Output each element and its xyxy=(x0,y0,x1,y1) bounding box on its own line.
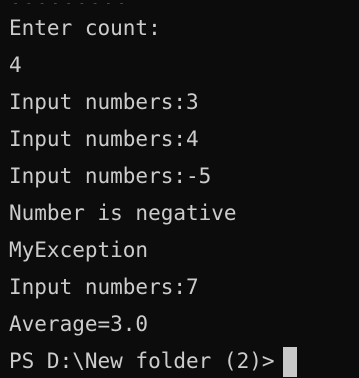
output-line-input-4: Input numbers:7 xyxy=(9,275,199,299)
output-line-enter-count: Enter count: xyxy=(9,16,161,40)
output-line-negative-message: Number is negative xyxy=(9,201,237,225)
output-line-exception-name: MyException xyxy=(9,238,149,262)
clipped-previous-output: .......... xyxy=(9,0,129,4)
terminal-window[interactable]: .......... Enter count: 4 Input numbers:… xyxy=(0,0,359,378)
powershell-prompt-line[interactable]: PS D:\New folder (2)> xyxy=(9,343,297,378)
output-line-input-2: Input numbers:4 xyxy=(9,127,199,151)
terminal-output: Enter count: 4 Input numbers:3 Input num… xyxy=(9,10,297,378)
output-line-average: Average=3.0 xyxy=(9,312,149,336)
output-line-count-value: 4 xyxy=(9,53,22,77)
powershell-prompt: PS D:\New folder (2)> xyxy=(9,349,275,373)
output-line-input-1: Input numbers:3 xyxy=(9,90,199,114)
text-cursor[interactable] xyxy=(282,346,297,377)
output-line-input-3: Input numbers:-5 xyxy=(9,164,212,188)
